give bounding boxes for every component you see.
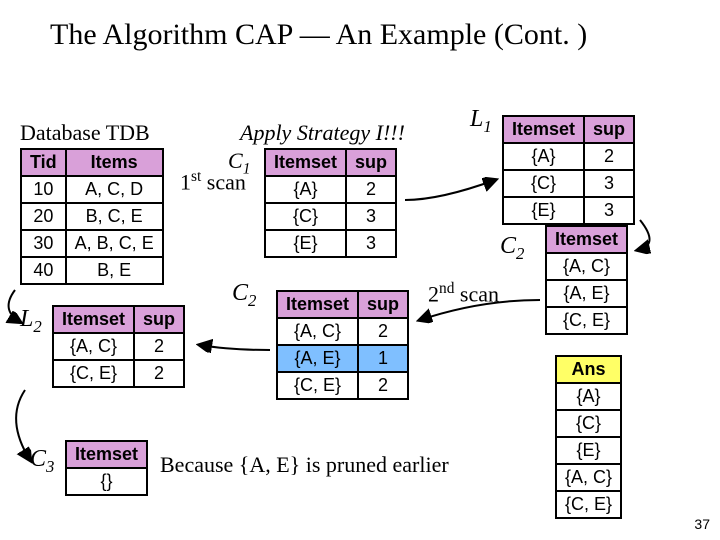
- flow-arrows: [0, 0, 720, 540]
- page-number: 37: [694, 516, 710, 532]
